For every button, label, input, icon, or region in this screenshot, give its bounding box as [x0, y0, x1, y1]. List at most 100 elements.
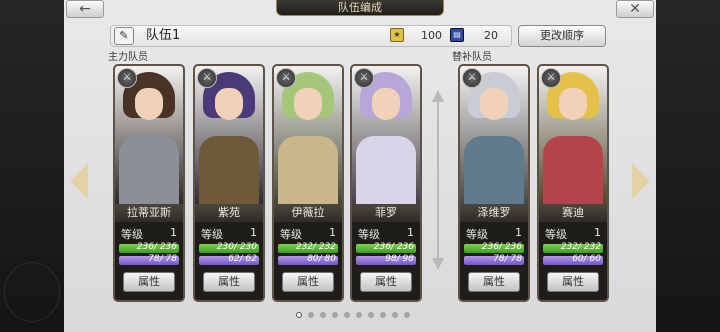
hp-value: 236/ 236	[373, 242, 414, 252]
reorder-button[interactable]: 更改顺序	[518, 25, 606, 47]
level-label: 等级	[121, 228, 143, 241]
mp-bar: 78/ 78	[464, 254, 524, 265]
hp-bar: 232/ 232	[543, 242, 603, 253]
face-shape	[559, 88, 587, 120]
back-button[interactable]: ←	[66, 0, 104, 18]
attribute-button[interactable]: 属性	[123, 272, 175, 292]
member-card[interactable]: ⚔ 泽维罗 等级 1 236/ 236 78/ 78 属性	[458, 64, 530, 302]
face-shape	[294, 88, 322, 120]
page-dot[interactable]	[368, 312, 374, 318]
member-info: 等级 1 232/ 232 60/ 60 属性	[539, 222, 607, 300]
level-label: 等级	[358, 228, 380, 241]
divider-down-icon	[432, 258, 444, 270]
close-button[interactable]: ✕	[616, 0, 654, 18]
attribute-button[interactable]: 属性	[360, 272, 412, 292]
attribute-button[interactable]: 属性	[203, 272, 255, 292]
mp-value: 78/ 78	[148, 254, 177, 264]
page-dot[interactable]	[308, 312, 314, 318]
armor-shape	[464, 136, 524, 204]
member-info: 等级 1 236/ 236 78/ 78 属性	[460, 222, 528, 300]
main-members-label: 主力队员	[108, 52, 148, 63]
face-shape	[215, 88, 243, 120]
divider-up-icon	[432, 90, 444, 102]
member-name: 菲罗	[352, 204, 420, 222]
level-value: 1	[594, 226, 601, 239]
member-name: 赛迪	[539, 204, 607, 222]
mp-value: 98/ 98	[385, 254, 414, 264]
armor-shape	[356, 136, 416, 204]
member-info: 等级 1 236/ 236 98/ 98 属性	[352, 222, 420, 300]
mp-bar: 98/ 98	[356, 254, 416, 265]
member-card[interactable]: ⚔ 紫苑 等级 1 230/ 230 62/ 62 属性	[193, 64, 265, 302]
level-value: 1	[407, 226, 414, 239]
character-portrait: ⚔	[539, 66, 607, 204]
member-card[interactable]: ⚔ 赛迪 等级 1 232/ 232 60/ 60 属性	[537, 64, 609, 302]
blue-badge-icon: ▤	[450, 28, 464, 42]
hp-bar: 236/ 236	[464, 242, 524, 253]
hp-value: 230/ 230	[216, 242, 257, 252]
face-shape	[372, 88, 400, 120]
bow-class-icon: ⚔	[276, 68, 296, 88]
sword-class-icon: ⚔	[197, 68, 217, 88]
attribute-button[interactable]: 属性	[468, 272, 520, 292]
character-portrait: ⚔	[352, 66, 420, 204]
window-title: 队伍编成	[276, 0, 444, 16]
armor-shape	[278, 136, 338, 204]
mp-bar: 60/ 60	[543, 254, 603, 265]
sword-class-icon: ⚔	[117, 68, 137, 88]
mp-value: 62/ 62	[228, 254, 257, 264]
level-value: 1	[250, 226, 257, 239]
level-label: 等级	[466, 228, 488, 241]
armor-shape	[543, 136, 603, 204]
rune-emblem	[4, 262, 60, 322]
page-dot[interactable]	[356, 312, 362, 318]
character-portrait: ⚔	[274, 66, 342, 204]
level-label: 等级	[280, 228, 302, 241]
hp-value: 232/ 232	[560, 242, 601, 252]
mp-value: 78/ 78	[493, 254, 522, 264]
mp-bar: 78/ 78	[119, 254, 179, 265]
level-label: 等级	[545, 228, 567, 241]
level-value: 1	[515, 226, 522, 239]
prev-page-arrow-icon[interactable]	[70, 163, 88, 199]
level-value: 1	[329, 226, 336, 239]
member-info: 等级 1 232/ 232 80/ 80 属性	[274, 222, 342, 300]
sword-class-icon: ⚔	[541, 68, 561, 88]
page-dot[interactable]	[392, 312, 398, 318]
attribute-button[interactable]: 属性	[547, 272, 599, 292]
level-value: 1	[170, 226, 177, 239]
mp-bar: 62/ 62	[199, 254, 259, 265]
magic-class-icon: ⚔	[354, 68, 374, 88]
armor-shape	[119, 136, 179, 204]
page-dot[interactable]	[296, 312, 302, 318]
page-dot[interactable]	[320, 312, 326, 318]
character-portrait: ⚔	[115, 66, 183, 204]
member-name: 泽维罗	[460, 204, 528, 222]
gold-badge-icon: ★	[390, 28, 404, 42]
hp-value: 236/ 236	[481, 242, 522, 252]
next-page-arrow-icon[interactable]	[632, 163, 650, 199]
section-divider	[431, 90, 445, 270]
hp-bar: 230/ 230	[199, 242, 259, 253]
page-dot[interactable]	[332, 312, 338, 318]
party-name: 队伍1	[146, 28, 181, 43]
face-shape	[480, 88, 508, 120]
hp-value: 236/ 236	[136, 242, 177, 252]
member-name: 伊薇拉	[274, 204, 342, 222]
mp-value: 60/ 60	[572, 254, 601, 264]
member-name: 拉蒂亚斯	[115, 204, 183, 222]
member-info: 等级 1 230/ 230 62/ 62 属性	[195, 222, 263, 300]
member-card[interactable]: ⚔ 拉蒂亚斯 等级 1 236/ 236 78/ 78 属性	[113, 64, 185, 302]
pencil-icon[interactable]: ✎	[114, 27, 134, 45]
character-portrait: ⚔	[195, 66, 263, 204]
member-card[interactable]: ⚔ 伊薇拉 等级 1 232/ 232 80/ 80 属性	[272, 64, 344, 302]
page-dot[interactable]	[404, 312, 410, 318]
page-dot[interactable]	[380, 312, 386, 318]
member-name: 紫苑	[195, 204, 263, 222]
attribute-button[interactable]: 属性	[282, 272, 334, 292]
armor-shape	[199, 136, 259, 204]
stat-value-blue: 20	[484, 29, 498, 42]
member-card[interactable]: ⚔ 菲罗 等级 1 236/ 236 98/ 98 属性	[350, 64, 422, 302]
page-dot[interactable]	[344, 312, 350, 318]
hp-bar: 232/ 232	[278, 242, 338, 253]
